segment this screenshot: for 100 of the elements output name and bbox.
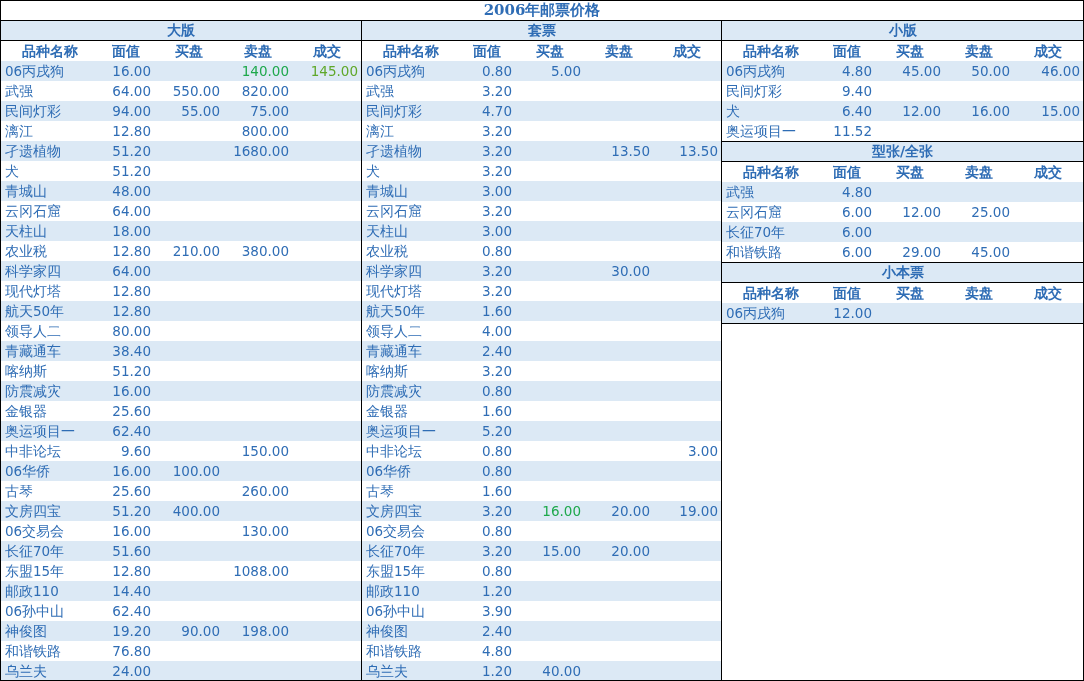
table-cell-text: 武强 bbox=[365, 82, 395, 101]
table-cell-text: 6.00 bbox=[840, 203, 873, 222]
table-cell-text: 06交易会 bbox=[365, 522, 427, 541]
table-cell-text: 12.00 bbox=[901, 203, 942, 222]
table-cell-text: 领导人二 bbox=[365, 322, 423, 341]
column-header: 买盘 bbox=[534, 42, 565, 61]
section-header: 小本票 bbox=[722, 263, 1083, 283]
column-header: 面值 bbox=[472, 42, 502, 61]
table-cell-text: 550.00 bbox=[171, 82, 221, 101]
table-cell-text: 210.00 bbox=[171, 242, 221, 261]
table-cell-text: 80.00 bbox=[111, 322, 152, 341]
column-header: 成交 bbox=[311, 42, 342, 61]
section-header: 套票 bbox=[362, 21, 721, 41]
table-cell-text: 农业税 bbox=[365, 242, 409, 261]
table-cell-text: 0.80 bbox=[480, 442, 513, 461]
column-header: 买盘 bbox=[894, 42, 925, 61]
column-header: 品种名称 bbox=[741, 42, 800, 61]
table-cell-text: 3.20 bbox=[480, 122, 513, 141]
table-cell-text: 金银器 bbox=[365, 402, 409, 421]
column-header: 成交 bbox=[1033, 42, 1063, 61]
table-cell-text: 51.20 bbox=[111, 162, 152, 181]
table-cell-text: 古琴 bbox=[365, 482, 395, 501]
column-header: 买盘 bbox=[894, 163, 925, 182]
table-cell-text: 中非论坛 bbox=[4, 442, 62, 461]
table-cell-text: 3.20 bbox=[480, 202, 513, 221]
table-cell-text: 25.60 bbox=[111, 482, 152, 501]
table-cell-text: 64.00 bbox=[111, 202, 152, 221]
table-cell-text: 3.20 bbox=[480, 162, 513, 181]
table-cell-text: 25.00 bbox=[970, 203, 1011, 222]
table-cell-text: 25.60 bbox=[111, 402, 152, 421]
table-cell-text: 云冈石窟 bbox=[365, 202, 423, 221]
table-cell-text: 喀纳斯 bbox=[365, 362, 409, 381]
table-cell-text: 3.20 bbox=[480, 82, 513, 101]
table-cell-text: 喀纳斯 bbox=[4, 362, 48, 381]
table-cell-text: 62.40 bbox=[111, 602, 152, 621]
table-cell-text: 12.80 bbox=[111, 562, 152, 581]
column-header: 卖盘 bbox=[603, 42, 634, 61]
table-cell-text: 76.80 bbox=[111, 642, 152, 661]
column-header: 买盘 bbox=[173, 42, 204, 61]
table-cell-text: 云冈石窟 bbox=[725, 203, 783, 222]
table-cell-text: 农业税 bbox=[4, 242, 48, 261]
table-cell-text: 64.00 bbox=[111, 82, 152, 101]
table-cell-text: 东盟15年 bbox=[365, 562, 427, 581]
table-cell-text: 0.80 bbox=[480, 562, 513, 581]
column-header: 买盘 bbox=[894, 284, 925, 303]
table-cell-text: 12.80 bbox=[111, 282, 152, 301]
table-cell-text: 820.00 bbox=[240, 82, 290, 101]
table-cell-text: 06孙中山 bbox=[4, 602, 66, 621]
table-cell-text: 12.80 bbox=[111, 122, 152, 141]
column-header: 品种名称 bbox=[741, 284, 800, 303]
column-header: 面值 bbox=[832, 42, 862, 61]
table-cell-text: 4.80 bbox=[480, 642, 513, 661]
table-cell-text: 东盟15年 bbox=[4, 562, 66, 581]
section-header: 型张/全张 bbox=[722, 142, 1083, 162]
table-cell-text: 16.00 bbox=[111, 522, 152, 541]
table-cell-text: 130.00 bbox=[240, 522, 290, 541]
table-cell-text: 06孙中山 bbox=[365, 602, 427, 621]
table-cell-text: 现代灯塔 bbox=[365, 282, 423, 301]
table-cell-text: 3.20 bbox=[480, 282, 513, 301]
table-cell-text: 和谐铁路 bbox=[4, 642, 62, 661]
table-cell-text: 150.00 bbox=[240, 442, 290, 461]
column-header: 卖盘 bbox=[963, 284, 994, 303]
table-cell-text: 漓江 bbox=[4, 122, 34, 141]
column-header: 品种名称 bbox=[381, 42, 440, 61]
table-cell-text: 1.60 bbox=[480, 482, 513, 501]
table-cell-text: 犬 bbox=[365, 162, 381, 181]
column-header: 卖盘 bbox=[963, 42, 994, 61]
table-cell-text: 51.20 bbox=[111, 362, 152, 381]
table-cell-text: 现代灯塔 bbox=[4, 282, 62, 301]
column-header: 面值 bbox=[111, 42, 141, 61]
column-header: 成交 bbox=[1033, 284, 1063, 303]
table-cell-text: 古琴 bbox=[4, 482, 34, 501]
table-cell-text: 3.20 bbox=[480, 362, 513, 381]
table-cell-text: 漓江 bbox=[365, 122, 395, 141]
table-cell-text: 0.80 bbox=[480, 522, 513, 541]
table-cell-text: 犬 bbox=[4, 162, 20, 181]
table-cell-text: 06交易会 bbox=[4, 522, 66, 541]
table-cell-text: 奥运项目一 bbox=[725, 122, 797, 141]
column-header: 成交 bbox=[1033, 163, 1063, 182]
column-header: 品种名称 bbox=[20, 42, 79, 61]
table-cell-text: 民间灯彩 bbox=[725, 82, 783, 101]
table-cell-text: 中非论坛 bbox=[365, 442, 423, 461]
column-header: 卖盘 bbox=[963, 163, 994, 182]
table-cell-text: 3.90 bbox=[480, 602, 513, 621]
table-cell-text: 4.00 bbox=[480, 322, 513, 341]
table-cell-text: 3.00 bbox=[686, 442, 719, 461]
table-cell-text: 260.00 bbox=[240, 482, 290, 501]
column-header: 品种名称 bbox=[741, 163, 800, 182]
table-cell-text: 380.00 bbox=[240, 242, 290, 261]
table-cell-text: 29.00 bbox=[901, 243, 942, 262]
table-cell-text: 1088.00 bbox=[232, 562, 290, 581]
column-header: 卖盘 bbox=[242, 42, 273, 61]
table-cell-text: 0.80 bbox=[480, 242, 513, 261]
table-cell-text: 领导人二 bbox=[4, 322, 62, 341]
table-cell-text: 12.80 bbox=[111, 242, 152, 261]
table-cell-text: 11.52 bbox=[832, 122, 873, 141]
table-cell-text: 和谐铁路 bbox=[365, 642, 423, 661]
table-cell-text: 武强 bbox=[4, 82, 34, 101]
section-header: 大版 bbox=[1, 21, 361, 41]
table-cell-text: 和谐铁路 bbox=[725, 243, 783, 262]
